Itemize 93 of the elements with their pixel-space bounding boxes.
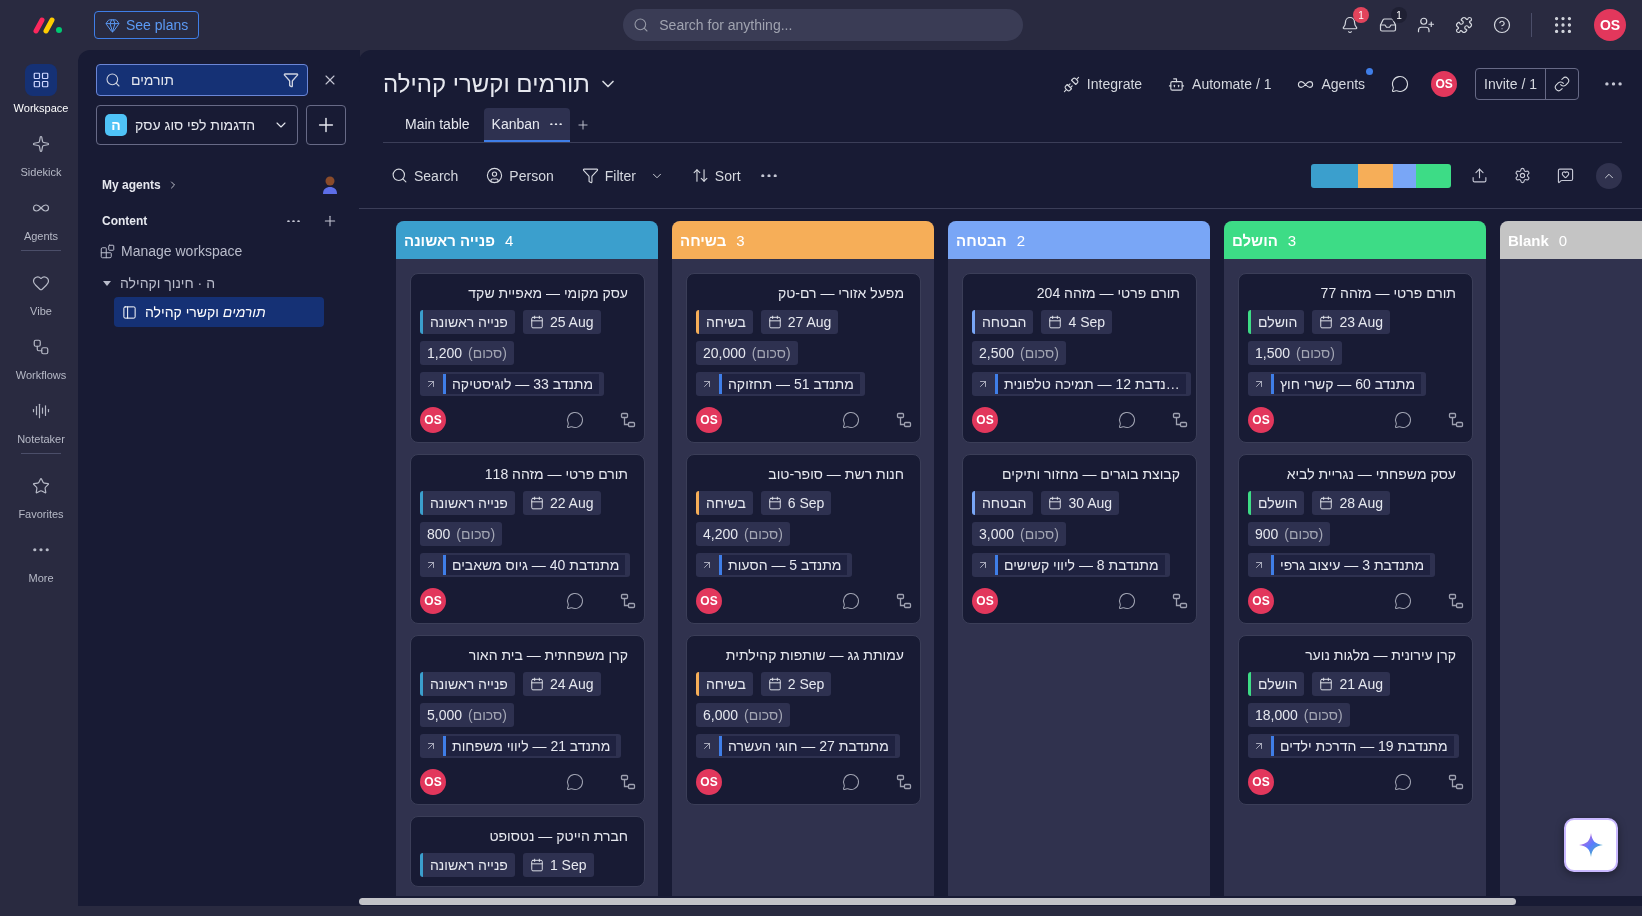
view-tab[interactable]: Main table xyxy=(397,108,478,142)
board-item[interactable]: תורמים וקשרי קהילה xyxy=(114,297,324,327)
volunteer-link[interactable]: מתנדבת 40 — גיוס משאבים xyxy=(420,553,631,577)
item-title: חברת הייטק — נטסופט xyxy=(488,827,629,846)
toolbar-button[interactable]: Sort xyxy=(683,159,749,192)
status-chip: בשיחה xyxy=(696,491,753,515)
volunteer-link[interactable]: מתנדבת 3 — עיצוב גרפי xyxy=(1248,553,1436,577)
toolbar-button[interactable]: Person xyxy=(478,159,562,192)
volunteer-link[interactable]: מתנדב 21 — ליווי משפחות xyxy=(420,734,622,758)
see-plans-button[interactable]: See plans xyxy=(94,11,200,39)
user-avatar: OS xyxy=(420,407,446,433)
date-chip: 28 Aug xyxy=(1312,491,1390,515)
date-chip: 2 Sep xyxy=(760,672,832,696)
volunteer-link[interactable]: מתנדבת 27 — חוגי העשרה xyxy=(696,734,900,758)
date-chip: 30 Aug xyxy=(1041,491,1120,515)
date-chip: 1 Sep xyxy=(522,853,594,877)
user-avatar: OS xyxy=(972,588,998,614)
user-avatar[interactable]: OS xyxy=(1594,9,1626,41)
rail-item[interactable]: Favorites xyxy=(18,464,64,528)
status-chip: בשיחה xyxy=(696,672,753,696)
column-header: Blank 0 xyxy=(1500,221,1642,259)
rail-item[interactable]: Sidekick xyxy=(20,122,62,186)
user-avatar: OS xyxy=(696,588,722,614)
header-action-button[interactable]: Automate / 1 xyxy=(1168,75,1272,93)
date-chip: 25 Aug xyxy=(522,310,601,334)
user-avatar: OS xyxy=(420,588,446,614)
manage-workspace-link[interactable]: Manage workspace xyxy=(100,243,243,259)
user-avatar: OS xyxy=(1248,588,1274,614)
rail-item[interactable]: More xyxy=(25,528,57,592)
user-avatar: OS xyxy=(420,769,446,795)
item-title: קבוצת בוגרים — מחזור ותיקים xyxy=(1001,465,1181,484)
item-title: עמותת גג — שותפות קהילתית xyxy=(724,646,905,665)
folder-item[interactable]: ה · חינוך וקהילה xyxy=(120,275,216,291)
date-chip: 24 Aug xyxy=(522,672,601,696)
item-title: מפעל אזורי — רם-טק xyxy=(776,284,905,303)
status-chip: הבטחה xyxy=(972,310,1034,334)
rail-item[interactable]: Agents xyxy=(23,186,59,250)
item-title: תורם פרטי — מזהה 118 xyxy=(483,465,629,484)
date-chip: 6 Sep xyxy=(760,491,832,515)
status-chip: בשיחה xyxy=(696,310,753,334)
rail-item[interactable]: Vibe xyxy=(25,261,57,325)
toolbar-button[interactable]: Filter xyxy=(573,159,672,192)
user-avatar: OS xyxy=(1248,407,1274,433)
status-chip: הושלם xyxy=(1248,672,1305,696)
rail-item[interactable]: Workflows xyxy=(15,325,67,389)
workspace-badge: ה xyxy=(105,114,127,136)
user-avatar: OS xyxy=(1248,769,1274,795)
content-heading: Content xyxy=(102,214,148,228)
date-chip: 23 Aug xyxy=(1312,310,1390,334)
item-title: תורם פרטי — מזהה 77 xyxy=(1319,284,1457,303)
search-field[interactable]: תורמים xyxy=(96,64,308,96)
date-chip: 27 Aug xyxy=(760,310,839,334)
status-chip: הבטחה xyxy=(972,491,1034,515)
header-action-button[interactable]: Integrate xyxy=(1062,75,1143,93)
user-avatar: OS xyxy=(696,769,722,795)
status-chip: פנייה ראשונה xyxy=(420,853,515,877)
date-chip: 22 Aug xyxy=(522,491,601,515)
status-chip: פנייה ראשונה xyxy=(420,672,515,696)
search-input[interactable]: תורמים xyxy=(129,71,275,89)
status-chip: הושלם xyxy=(1248,310,1305,334)
status-chip: פנייה ראשונה xyxy=(420,491,515,515)
toolbar-button[interactable]: Search xyxy=(383,159,467,192)
item-title: תורם פרטי — מזהה 204 xyxy=(1035,284,1181,303)
item-title: עסק מקומי — מאפיית שקד xyxy=(467,284,629,303)
volunteer-link[interactable]: מתנדב 5 — הסעות xyxy=(696,553,853,577)
search-input[interactable]: Search for anything... xyxy=(657,16,1014,34)
user-avatar: OS xyxy=(1431,71,1458,97)
item-title: קרן משפחתית — בית האור xyxy=(467,646,629,665)
volunteer-link[interactable]: מתנדבת 8 — ליווי קשישים xyxy=(972,553,1170,577)
my-agents-link[interactable]: My agents xyxy=(102,178,179,192)
volunteer-link[interactable]: מתנדב 33 — לוגיסטיקה xyxy=(420,372,605,396)
notification-badge: 1 xyxy=(1353,7,1369,23)
user-avatar: OS xyxy=(696,407,722,433)
board-title: תורמים וקשרי קהילה xyxy=(383,70,590,98)
volunteer-link[interactable]: מתנדבת 19 — הדרכת ילדים xyxy=(1248,734,1459,758)
rail-item[interactable]: Notetaker xyxy=(17,389,65,453)
header-action-button[interactable]: Agents xyxy=(1297,75,1366,93)
status-chip: פנייה ראשונה xyxy=(420,310,515,334)
date-chip: 4 Sep xyxy=(1041,310,1113,334)
item-title: קרן עירונית — מלגות נוער xyxy=(1304,646,1457,665)
date-chip: 21 Aug xyxy=(1312,672,1390,696)
workspace-dropdown[interactable]: ה הדגמות לפי סוג עסק xyxy=(96,105,298,145)
rail-item[interactable]: Workspace xyxy=(13,58,69,122)
item-title: עסק משפחתי — נגריית לביא xyxy=(1285,465,1457,484)
item-title: חנות רשת — סופר-טוב xyxy=(767,465,905,484)
user-avatar: OS xyxy=(972,407,998,433)
status-chip: הושלם xyxy=(1248,491,1305,515)
view-tab[interactable]: Kanban xyxy=(483,108,570,142)
search-field[interactable]: Search for anything... xyxy=(623,9,1024,41)
volunteer-link[interactable]: מתנדב 60 — קשרי חוץ xyxy=(1248,372,1427,396)
volunteer-link[interactable]: מתנדב 51 — תחזוקה xyxy=(696,372,865,396)
inbox-badge: 1 xyxy=(1391,7,1407,23)
volunteer-link[interactable]: …נדבת 12 — תמיכה טלפונית xyxy=(972,372,1191,396)
